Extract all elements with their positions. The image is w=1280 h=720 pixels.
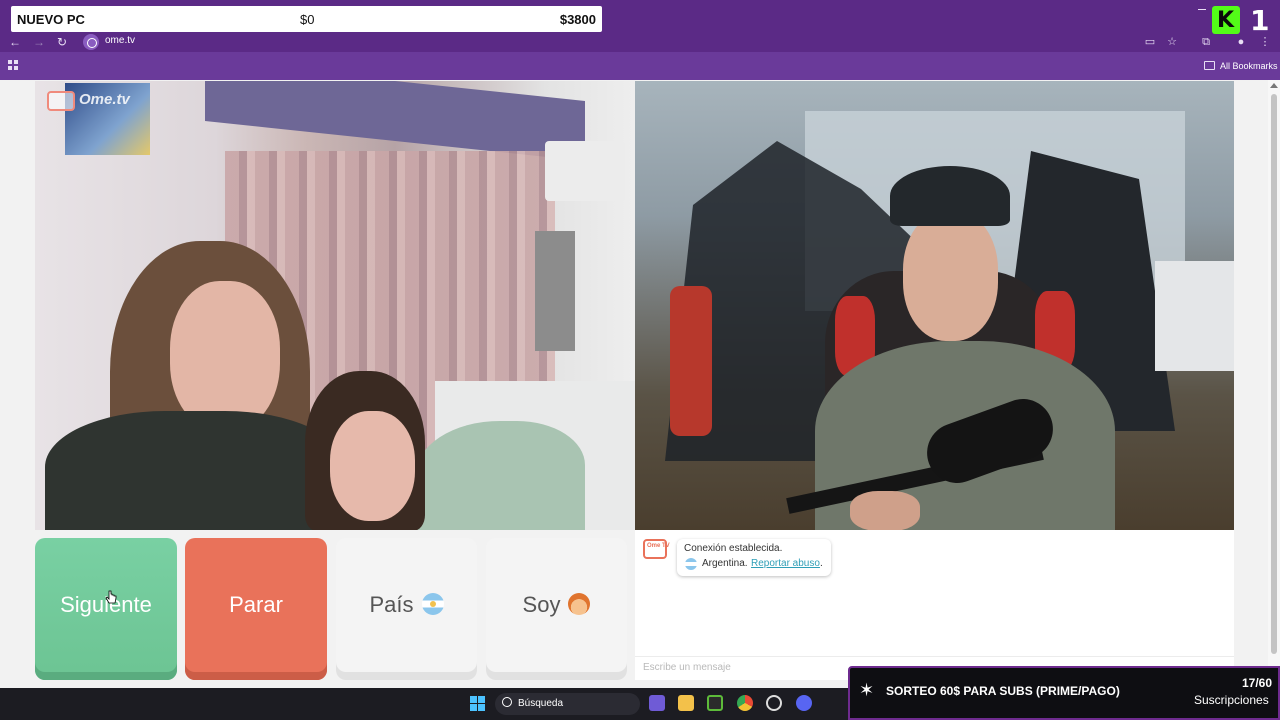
person-face (170, 281, 280, 431)
back-arrow-icon[interactable]: ← (7, 34, 23, 50)
stranger-video: Ome.tv (35, 81, 635, 530)
ometv-watermark: Ome.tv (79, 91, 130, 108)
chat-app-icon[interactable] (649, 695, 665, 711)
stop-button-label: Parar (229, 592, 283, 617)
window (535, 231, 575, 351)
person-face (330, 411, 415, 521)
hand-cursor-icon (105, 590, 117, 604)
gender-button-label: Soy (522, 592, 561, 617)
air-conditioner (545, 141, 625, 201)
screen: ← → ↻ ome.tv ▭ ☆ ⧉ ● ⋮ All Bookmarks NUE… (0, 0, 1280, 720)
boy-emoji-icon (568, 593, 591, 616)
cast-icon[interactable]: ▭ (1143, 35, 1157, 49)
browser-address-row (0, 32, 1280, 52)
country-button-label: País (369, 592, 414, 617)
apps-grid-icon[interactable] (8, 60, 19, 71)
blanket (415, 421, 585, 530)
folder-icon (1204, 61, 1215, 70)
all-bookmarks-link[interactable]: All Bookmarks (1220, 61, 1278, 71)
window-minimize-button[interactable] (1198, 9, 1206, 10)
scroll-up-arrow-icon[interactable] (1270, 83, 1278, 88)
extensions-icon[interactable]: ⧉ (1199, 35, 1213, 49)
goal-current-amount: $0 (300, 12, 315, 27)
kick-logo-icon: K (1212, 6, 1240, 34)
address-bar-url[interactable]: ome.tv (105, 35, 135, 46)
chat-logo-text: Ome TV (647, 543, 670, 549)
goal-target-amount: $3800 (559, 12, 596, 27)
goal-title: NUEVO PC (17, 12, 85, 27)
streamer-cap (890, 166, 1010, 226)
taskbar-search-box[interactable] (495, 693, 640, 715)
curtain-valance (205, 81, 585, 161)
bookmarks-bar (0, 52, 1280, 80)
report-abuse-link[interactable]: Reportar abuso. (751, 558, 823, 569)
file-explorer-icon[interactable] (678, 695, 694, 711)
channel-logo-icon: 1 (1250, 4, 1270, 37)
menu-dots-icon[interactable]: ⋮ (1258, 35, 1272, 49)
chrome-icon[interactable] (737, 695, 753, 711)
next-button[interactable]: Siguiente (35, 538, 177, 680)
country-button[interactable]: País (336, 538, 477, 680)
profile-avatar-icon[interactable]: ● (1234, 35, 1248, 49)
sub-goal-title: SORTEO 60$ PARA SUBS (PRIME/PAGO) (886, 684, 1120, 698)
ometv-watermark-icon (47, 91, 75, 111)
ometv-chat-logo-icon (643, 539, 667, 559)
site-info-icon[interactable] (83, 34, 99, 50)
streamer-face (903, 211, 998, 341)
sub-goal-count: 17/60 (1242, 676, 1273, 690)
report-abuse-label: Reportar abuso (751, 558, 820, 569)
chat-input-divider (635, 656, 1234, 657)
argentina-flag-icon (421, 593, 444, 616)
page-scrollbar[interactable] (1268, 80, 1280, 688)
report-abuse-suffix: . (819, 558, 823, 569)
windows-start-icon[interactable] (470, 696, 485, 711)
search-icon (502, 697, 512, 707)
gender-button[interactable]: Soy (486, 538, 627, 680)
scroll-thumb[interactable] (1271, 94, 1277, 654)
discord-icon[interactable] (796, 695, 812, 711)
freezer (1155, 261, 1234, 371)
streamer-hand (850, 491, 920, 530)
obs-icon[interactable] (766, 695, 782, 711)
stop-button[interactable]: Parar (185, 538, 327, 680)
donation-goal-bar: NUEVO PC $0 $3800 (11, 6, 602, 32)
bookmark-star-icon[interactable]: ☆ (1165, 35, 1179, 49)
self-video (635, 81, 1234, 530)
taskbar-search-label: Búsqueda (518, 698, 564, 709)
star-badge-icon: ✶ (859, 680, 875, 700)
person-body (45, 411, 345, 530)
sub-goal-label: Suscripciones (1194, 693, 1269, 707)
connection-status: Conexión establecida. (684, 543, 783, 554)
chat-message-input[interactable]: Escribe un mensaje (643, 662, 731, 673)
forward-arrow-icon[interactable]: → (31, 34, 47, 50)
nvidia-icon[interactable] (707, 695, 723, 711)
reload-icon[interactable]: ↻ (54, 34, 70, 50)
argentina-flag-icon (685, 558, 697, 570)
stranger-country: Argentina. (702, 558, 748, 569)
punching-bag (670, 286, 712, 436)
